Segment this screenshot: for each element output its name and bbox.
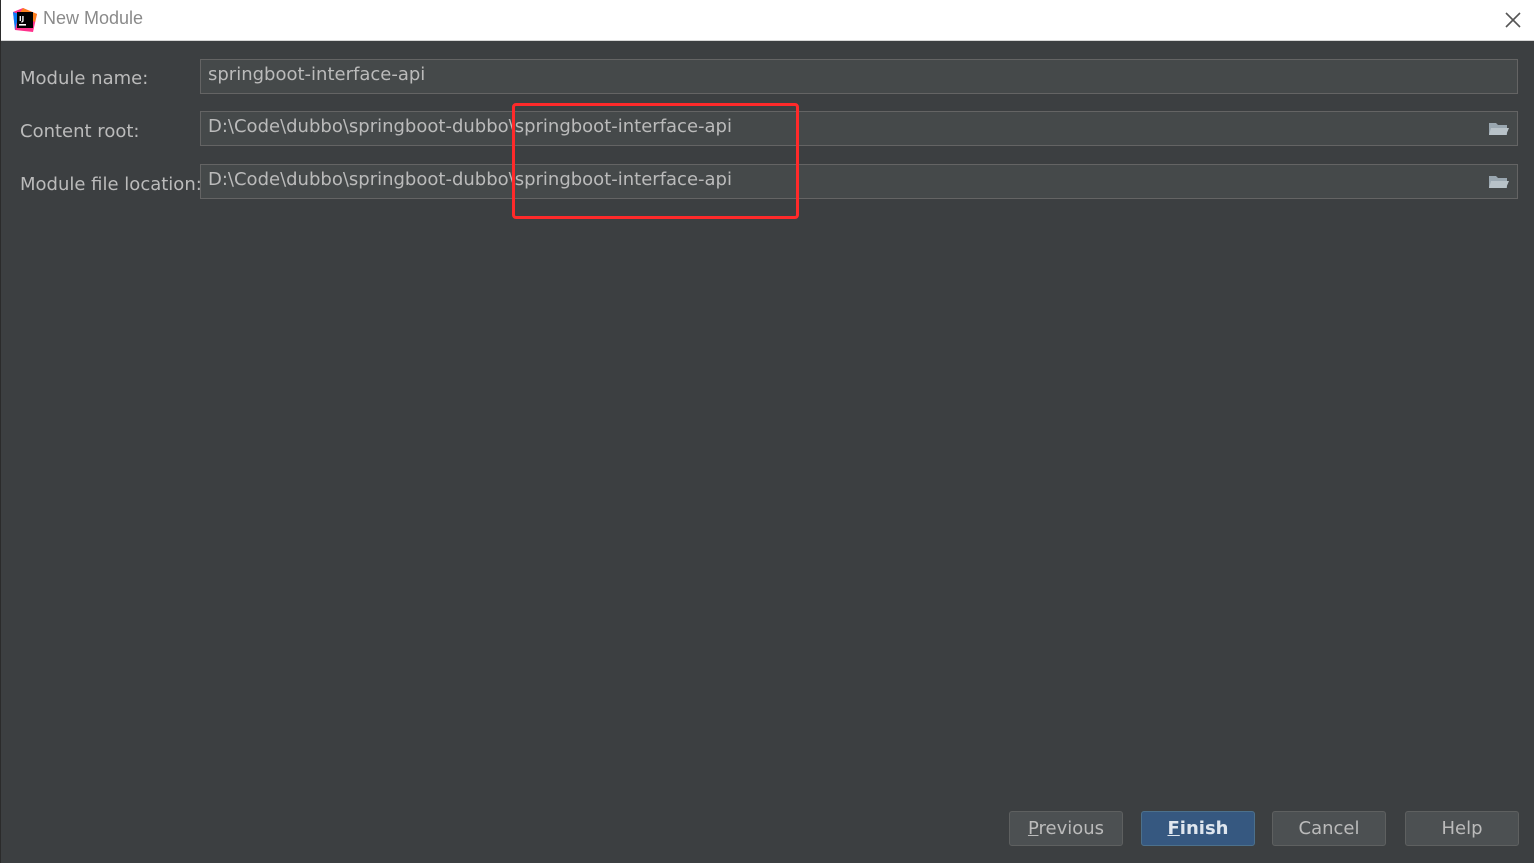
previous-button[interactable]: Previous xyxy=(1009,811,1123,846)
finish-mnemonic: F xyxy=(1167,818,1180,839)
folder-icon[interactable] xyxy=(1487,119,1511,139)
previous-label: revious xyxy=(1038,818,1105,839)
content-root-label: Content root: xyxy=(20,121,140,142)
close-icon[interactable] xyxy=(1499,6,1527,34)
module-file-location-input[interactable]: D:\Code\dubbo\springboot-dubbo\springboo… xyxy=(200,164,1518,199)
new-module-dialog: IJ New Module Module name: springboot-in… xyxy=(0,0,1534,863)
cancel-button[interactable]: Cancel xyxy=(1272,811,1386,846)
finish-button[interactable]: Finish xyxy=(1141,811,1255,846)
module-name-input[interactable]: springboot-interface-api xyxy=(200,59,1518,94)
folder-icon[interactable] xyxy=(1487,172,1511,192)
intellij-idea-icon: IJ xyxy=(13,8,37,32)
previous-mnemonic: P xyxy=(1027,818,1039,839)
module-name-value: springboot-interface-api xyxy=(208,64,426,85)
content-root-input[interactable]: D:\Code\dubbo\springboot-dubbo\springboo… xyxy=(200,111,1518,146)
dialog-title: New Module xyxy=(43,8,144,28)
help-button[interactable]: Help xyxy=(1405,811,1519,846)
finish-label: inish xyxy=(1179,818,1229,839)
title-bar: IJ New Module xyxy=(1,0,1534,41)
module-file-location-label: Module file location: xyxy=(20,174,202,195)
module-name-label: Module name: xyxy=(20,68,149,89)
svg-text:IJ: IJ xyxy=(19,15,24,23)
red-highlight-annotation xyxy=(512,103,799,219)
